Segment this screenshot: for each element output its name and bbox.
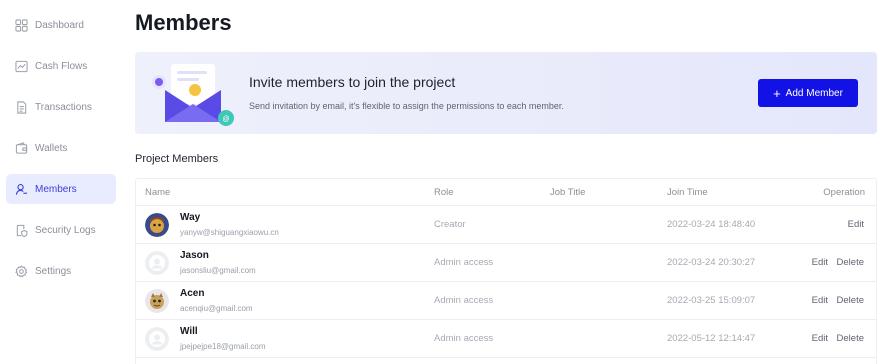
member-name: Acen <box>180 288 205 299</box>
edit-button[interactable]: Edit <box>812 295 828 306</box>
sidebar-item-label: Security Logs <box>35 224 96 236</box>
member-role: Creator <box>434 219 466 230</box>
sidebar-item-members[interactable]: Members <box>6 174 116 204</box>
table-header: Name Role Job Title Join Time Operation <box>136 179 876 206</box>
member-name: Way <box>180 212 201 223</box>
member-join-time: 2022-05-12 12:14:47 <box>667 333 756 344</box>
sidebar-item-label: Wallets <box>35 142 68 154</box>
edit-button[interactable]: Edit <box>812 333 828 344</box>
member-join-time: 2022-03-24 18:48:40 <box>667 219 756 230</box>
page-title: Members <box>135 10 232 35</box>
sidebar-item-wallets[interactable]: Wallets <box>6 133 116 163</box>
user-icon <box>15 183 28 195</box>
edit-button[interactable]: Edit <box>848 219 864 230</box>
sidebar-item-label: Dashboard <box>35 19 84 31</box>
member-name: Will <box>180 326 198 337</box>
sidebar-item-label: Transactions <box>35 101 92 113</box>
column-header-job-title: Job Title <box>550 187 586 198</box>
svg-text:@: @ <box>222 116 229 123</box>
member-role: Admin access <box>434 257 494 268</box>
banner-title: Invite members to join the project <box>249 74 456 90</box>
avatar <box>145 289 169 313</box>
delete-button[interactable]: Delete <box>837 295 864 306</box>
wallet-icon <box>15 141 28 154</box>
edit-button[interactable]: Edit <box>812 257 828 268</box>
member-name: Jason <box>180 250 209 261</box>
section-title: Project Members <box>135 153 219 165</box>
members-table: Name Role Job Title Join Time Operation … <box>135 178 877 364</box>
avatar <box>145 251 169 275</box>
invite-banner: @ Invite members to join the project Sen… <box>135 52 877 134</box>
member-email: yanyw@shiguangxiaowu.cn <box>180 228 279 237</box>
document-icon <box>17 100 27 114</box>
delete-button[interactable]: Delete <box>837 257 864 268</box>
sidebar-item-label: Members <box>35 183 77 195</box>
shield-log-icon <box>16 224 28 237</box>
plus-icon: + <box>773 85 781 101</box>
member-join-time: 2022-03-24 20:30:27 <box>667 257 756 268</box>
member-role: Admin access <box>434 333 494 344</box>
gear-icon <box>15 264 28 278</box>
sidebar-item-dashboard[interactable]: Dashboard <box>6 10 116 40</box>
envelope-illustration-icon: @ <box>152 64 234 126</box>
delete-button[interactable]: Delete <box>837 333 864 344</box>
member-role: Admin access <box>434 295 494 306</box>
table-row: Way yanyw@shiguangxiaowu.cn Creator 2022… <box>136 206 876 244</box>
banner-subtitle: Send invitation by email, it's flexible … <box>249 101 564 111</box>
sidebar-item-label: Cash Flows <box>35 60 88 72</box>
sidebar-item-security-logs[interactable]: Security Logs <box>6 215 116 245</box>
member-join-time: 2022-03-25 15:09:07 <box>667 295 756 306</box>
sidebar: Dashboard Cash Flows Transactions Wallet… <box>0 0 122 364</box>
table-row: Acen acenqiu@gmail.com Admin access 2022… <box>136 282 876 320</box>
grid-icon <box>15 18 28 32</box>
chart-icon <box>15 60 28 72</box>
add-member-button[interactable]: + Add Member <box>758 79 858 107</box>
member-email: acenqiu@gmail.com <box>180 304 253 313</box>
sidebar-item-label: Settings <box>35 265 72 277</box>
column-header-role: Role <box>434 187 454 198</box>
add-member-label: Add Member <box>785 87 843 99</box>
member-email: jasonsliu@gmail.com <box>180 266 256 275</box>
table-row: Jason jasonsliu@gmail.com Admin access 2… <box>136 244 876 282</box>
avatar <box>145 213 169 237</box>
column-header-name: Name <box>145 187 171 198</box>
sidebar-item-transactions[interactable]: Transactions <box>6 92 116 122</box>
sidebar-item-settings[interactable]: Settings <box>6 256 116 286</box>
column-header-join-time: Join Time <box>667 187 708 198</box>
column-header-operation: Operation <box>823 187 865 198</box>
avatar <box>145 327 169 351</box>
member-email: jpejpejpe18@gmail.com <box>180 342 266 351</box>
sidebar-item-cash-flows[interactable]: Cash Flows <box>6 51 116 81</box>
table-row: Will jpejpejpe18@gmail.com Admin access … <box>136 320 876 358</box>
